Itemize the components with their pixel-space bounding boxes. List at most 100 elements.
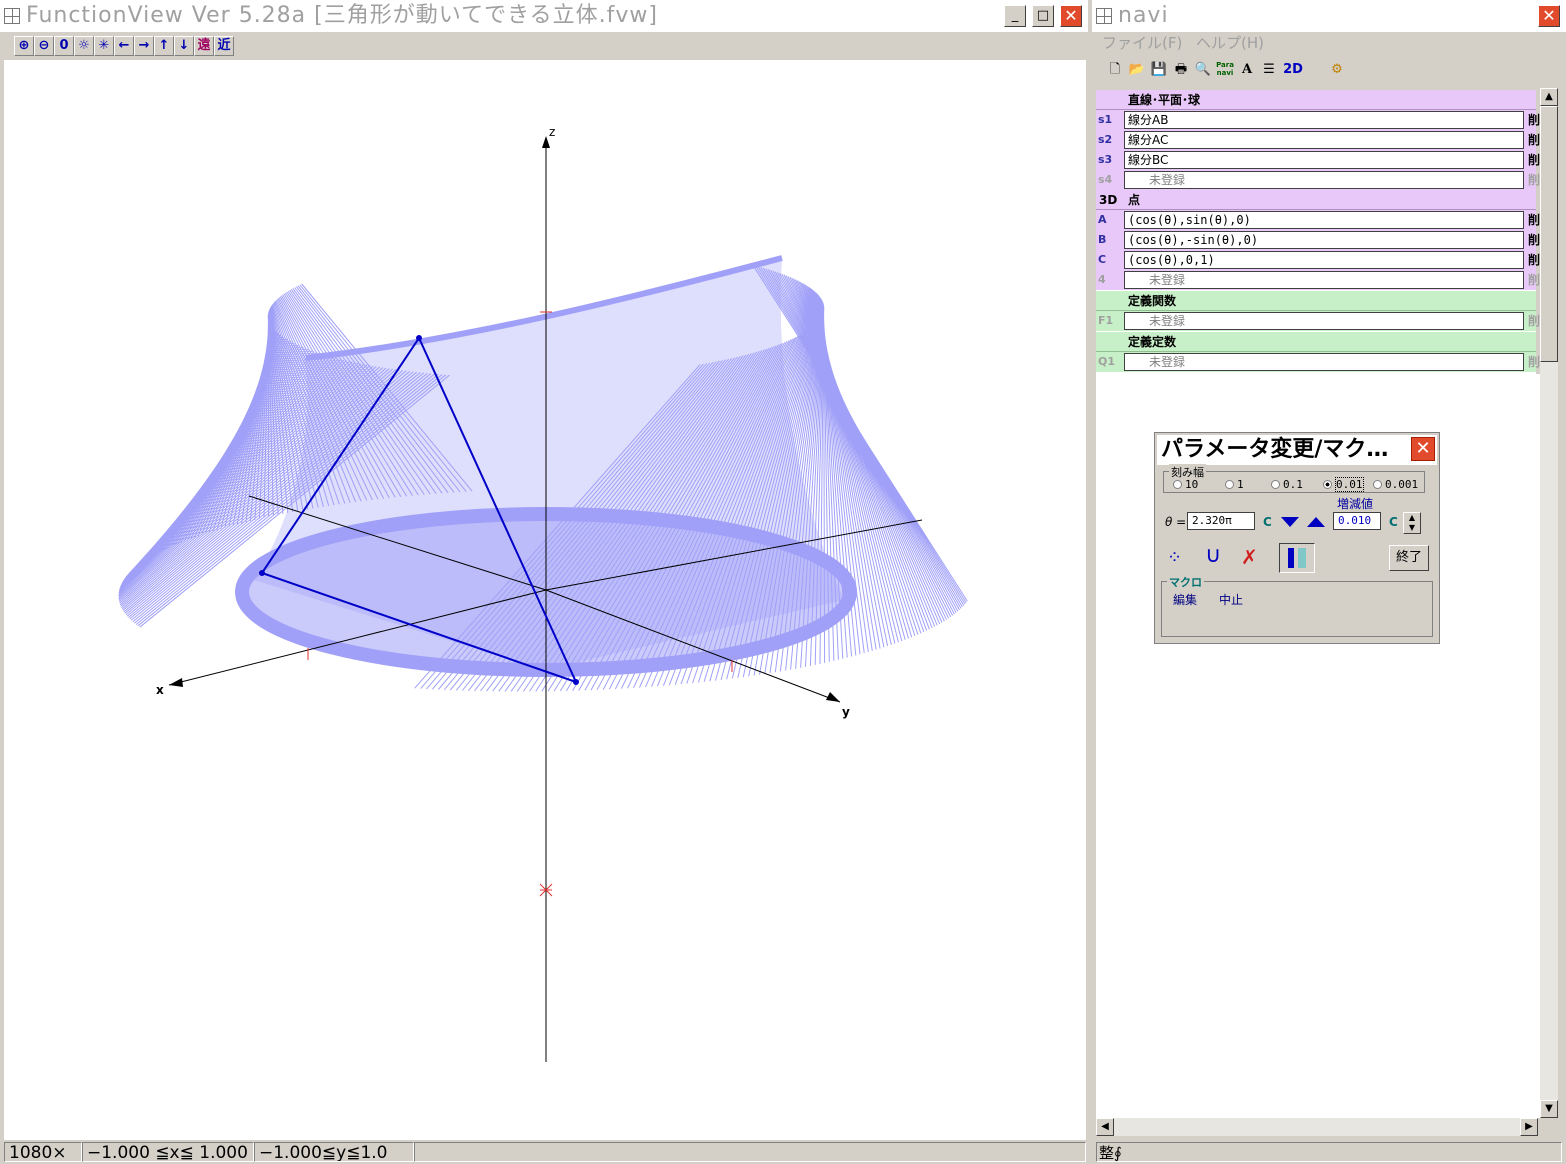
light-icon[interactable]: ☼ — [74, 36, 94, 56]
increment-arrow-icon[interactable] — [1307, 517, 1325, 527]
decrement-arrow-icon[interactable] — [1281, 517, 1299, 527]
step-0.1-radio[interactable]: 0.1 — [1271, 478, 1303, 491]
row-s3-delete[interactable]: 削 — [1528, 150, 1540, 170]
surface-mesh — [118, 255, 968, 692]
print-icon[interactable]: 🖶 — [1172, 61, 1190, 79]
increment-input[interactable]: 0.010 — [1333, 512, 1381, 530]
row-point-a-value[interactable]: (cos(θ),sin(θ),0) — [1124, 211, 1524, 229]
row-point-4[interactable]: 4 未登録 削 — [1096, 270, 1540, 290]
row-q1-value[interactable]: 未登録 — [1124, 353, 1524, 371]
open-folder-icon[interactable]: 📂 — [1128, 61, 1146, 79]
row-s1[interactable]: s1 線分AB 削 — [1096, 110, 1540, 130]
row-s1-value[interactable]: 線分AB — [1124, 111, 1524, 129]
points-icon[interactable]: ⁘ — [1167, 547, 1182, 568]
theta-c-button[interactable]: C — [1263, 515, 1272, 529]
macro-stop-link[interactable]: 中止 — [1219, 591, 1243, 608]
settings-icon[interactable]: ⚙ — [1328, 61, 1346, 79]
row-s2-value[interactable]: 線分AC — [1124, 131, 1524, 149]
status-xrange: −1.000 ≦x≦ 1.000 — [82, 1142, 254, 1162]
increment-c-button[interactable]: C — [1389, 515, 1398, 529]
row-point-b[interactable]: B (cos(θ),-sin(θ),0) 削 — [1096, 230, 1540, 250]
para-navi-icon[interactable]: Para navi — [1216, 61, 1234, 79]
plot-canvas[interactable]: z x y — [4, 60, 1086, 1140]
step-10-radio[interactable]: 10 — [1173, 478, 1198, 491]
close-button[interactable]: ✕ — [1060, 5, 1082, 27]
arrow-down-icon[interactable]: ↓ — [174, 36, 194, 56]
row-f1-value[interactable]: 未登録 — [1124, 312, 1524, 330]
navi-app-icon — [1096, 8, 1112, 24]
search-icon[interactable]: 🔍 — [1194, 61, 1212, 79]
row-point-c-delete[interactable]: 削 — [1528, 250, 1540, 270]
step-0.001-radio[interactable]: 0.001 — [1373, 478, 1418, 491]
arrow-up-icon[interactable]: ↑ — [154, 36, 174, 56]
x-axis-label: x — [156, 683, 164, 697]
scroll-right-icon[interactable]: ▶ — [1520, 1118, 1538, 1136]
scroll-down-icon[interactable]: ▼ — [1540, 1100, 1558, 1118]
row-f1[interactable]: F1 未登録 削 — [1096, 311, 1540, 331]
row-s3[interactable]: s3 線分BC 削 — [1096, 150, 1540, 170]
main-titlebar[interactable]: FunctionView Ver 5.28a [三角形が動いてできる立体.fvw… — [0, 0, 1088, 32]
2d-button[interactable]: 2D — [1282, 61, 1304, 79]
row-q1-delete[interactable]: 削 — [1528, 352, 1540, 372]
step-1-radio[interactable]: 1 — [1225, 478, 1244, 491]
theta-input[interactable]: 2.320π — [1187, 512, 1255, 530]
far-button[interactable]: 遠 — [194, 36, 214, 56]
macro-edit-link[interactable]: 編集 — [1173, 591, 1197, 608]
functionview-window: FunctionView Ver 5.28a [三角形が動いてできる立体.fvw… — [0, 0, 1088, 1164]
row-s3-value[interactable]: 線分BC — [1124, 151, 1524, 169]
app-icon — [4, 8, 20, 24]
dialog-title[interactable]: パラメータ変更/マク… — [1157, 435, 1437, 465]
new-file-icon[interactable]: 🗋 — [1106, 61, 1124, 79]
section-lines: 直線･平面･球 — [1096, 90, 1536, 110]
navi-titlebar[interactable]: navi ✕ — [1092, 0, 1566, 32]
row-point-c[interactable]: C (cos(θ),0,1) 削 — [1096, 250, 1540, 270]
scroll-up-icon[interactable]: ▲ — [1540, 88, 1558, 106]
reset-zero-button[interactable]: 0 — [54, 36, 74, 56]
scroll-thumb[interactable] — [1540, 106, 1558, 362]
row-point-a-delete[interactable]: 削 — [1528, 210, 1540, 230]
arrow-right-icon[interactable]: → — [134, 36, 154, 56]
row-point-a[interactable]: A (cos(θ),sin(θ),0) 削 — [1096, 210, 1540, 230]
menu-file[interactable]: ファイル(F) — [1102, 32, 1182, 54]
row-point-b-delete[interactable]: 削 — [1528, 230, 1540, 250]
row-s4[interactable]: s4 未登録 削 — [1096, 170, 1540, 190]
row-point-4-delete[interactable]: 削 — [1528, 270, 1540, 290]
spin-button[interactable]: ▲ ▼ — [1403, 512, 1421, 534]
curve-icon[interactable]: ∪ — [1205, 543, 1221, 568]
row-point-c-value[interactable]: (cos(θ),0,1) — [1124, 251, 1524, 269]
maximize-button[interactable]: □ — [1032, 5, 1054, 27]
horizontal-scrollbar[interactable]: ◀ ▶ — [1096, 1118, 1538, 1136]
arrow-left-icon[interactable]: ← — [114, 36, 134, 56]
main-statusbar: 1080× −1.000 ≦x≦ 1.000 −1.000≦y≦1.0 — [4, 1142, 1086, 1162]
save-icon[interactable]: 💾 — [1150, 61, 1168, 79]
toggle-bars-icon[interactable] — [1279, 543, 1315, 573]
erase-points-icon[interactable]: ✗ — [1241, 545, 1258, 569]
font-icon[interactable]: A — [1238, 61, 1256, 79]
row-s4-value[interactable]: 未登録 — [1124, 171, 1524, 189]
zoom-out-icon[interactable]: ⊖ — [34, 36, 54, 56]
row-f1-delete[interactable]: 削 — [1528, 311, 1540, 331]
row-s1-delete[interactable]: 削 — [1528, 110, 1540, 130]
step-0.01-radio[interactable]: 0.01 — [1323, 477, 1364, 492]
status-size: 1080× — [4, 1142, 82, 1162]
row-q1[interactable]: Q1 未登録 削 — [1096, 352, 1540, 372]
list-icon[interactable]: ☰ — [1260, 61, 1278, 79]
zoom-in-icon[interactable]: ⊕ — [14, 36, 34, 56]
y-axis-label: y — [842, 705, 850, 719]
menu-help[interactable]: ヘルプ(H) — [1196, 32, 1264, 54]
row-s4-delete[interactable]: 削 — [1528, 170, 1540, 190]
row-s2-delete[interactable]: 削 — [1528, 130, 1540, 150]
end-button[interactable]: 終了 — [1389, 545, 1429, 571]
near-button[interactable]: 近 — [214, 36, 234, 56]
vertical-scrollbar[interactable]: ▲ ▼ — [1540, 88, 1558, 1118]
row-s2[interactable]: s2 線分AC 削 — [1096, 130, 1540, 150]
spark-icon[interactable]: ✳ — [94, 36, 114, 56]
minimize-button[interactable]: _ — [1004, 5, 1026, 27]
y-axis-arrow — [826, 692, 840, 702]
row-point-b-value[interactable]: (cos(θ),-sin(θ),0) — [1124, 231, 1524, 249]
row-point-4-value[interactable]: 未登録 — [1124, 271, 1524, 289]
view-toolbar: ⊕ ⊖ 0 ☼ ✳ ← → ↑ ↓ 遠 近 — [14, 36, 234, 56]
dialog-close-button[interactable]: ✕ — [1411, 437, 1435, 461]
scroll-left-icon[interactable]: ◀ — [1096, 1118, 1114, 1136]
navi-close-button[interactable]: ✕ — [1538, 5, 1560, 27]
